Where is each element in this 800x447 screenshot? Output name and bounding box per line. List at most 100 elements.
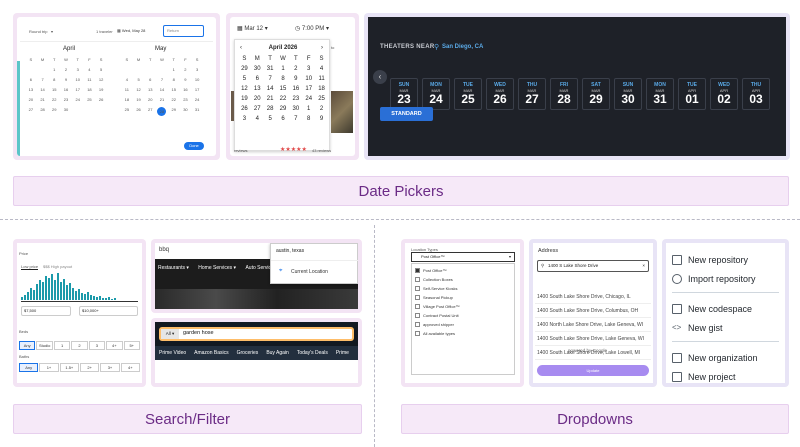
calendar-day[interactable]: 18 xyxy=(121,97,133,102)
address-input[interactable]: ⚲ 1400 S Lake Shore Drive × xyxy=(537,260,649,272)
calendar-day[interactable]: 6 xyxy=(277,116,290,122)
date-tile[interactable]: THU APR 03 xyxy=(742,78,770,110)
calendar-day[interactable]: 6 xyxy=(25,77,37,82)
calendar-day[interactable]: 18 xyxy=(315,86,328,92)
prev-dates-icon[interactable]: ‹ xyxy=(373,70,387,84)
calendar-day[interactable]: 16 xyxy=(289,86,302,92)
close-icon[interactable]: × xyxy=(642,261,645,271)
calendar-day[interactable]: 13 xyxy=(251,86,264,92)
amazon-nav-item[interactable]: Prime Video xyxy=(159,350,186,356)
address-result[interactable]: 1400 South Lake Shore Drive, Chicago, IL xyxy=(535,290,651,304)
category-select[interactable]: All ▾ xyxy=(161,329,179,339)
return-field[interactable]: Return xyxy=(163,25,204,37)
date-tile[interactable]: SUN MAR 30 xyxy=(614,78,642,110)
calendar-day[interactable]: 26 xyxy=(133,107,145,116)
date-tile[interactable]: TUE APR 01 xyxy=(678,78,706,110)
calendar-day[interactable]: 28 xyxy=(37,107,49,112)
menu-item-new-project[interactable]: New project xyxy=(672,367,779,383)
calendar-day[interactable]: 5 xyxy=(264,116,277,122)
calendar-day[interactable]: 20 xyxy=(25,97,37,102)
calendar-day[interactable]: 25 xyxy=(84,97,96,102)
calendar-day[interactable]: 19 xyxy=(133,97,145,102)
calendar-day[interactable]: 11 xyxy=(84,77,96,82)
calendar-day[interactable]: 16 xyxy=(180,87,192,92)
option-pill[interactable]: 3+ xyxy=(100,363,120,372)
event-time-field[interactable]: ◷ 7:00 PM ▾ xyxy=(295,25,329,32)
checkbox-icon[interactable] xyxy=(415,331,420,336)
calendar-day[interactable]: 14 xyxy=(264,86,277,92)
max-price-input[interactable]: $10,000+ xyxy=(79,306,138,316)
tab-high-payout[interactable]: $$$ High payout xyxy=(43,264,72,269)
menu-item-new-organization[interactable]: New organization xyxy=(672,348,779,367)
done-button[interactable]: Done xyxy=(184,142,204,150)
service-option[interactable]: approved shipper xyxy=(415,322,511,327)
calendar-day[interactable]: 8 xyxy=(168,77,180,82)
calendar-day[interactable]: 17 xyxy=(191,87,203,92)
calendar-day[interactable]: 2 xyxy=(289,66,302,72)
calendar-day[interactable]: 24 xyxy=(191,97,203,102)
calendar-day[interactable]: 16 xyxy=(60,87,72,92)
calendar-day[interactable]: 10 xyxy=(72,77,84,82)
option-pill[interactable]: Studio xyxy=(36,341,53,350)
update-button[interactable]: Update xyxy=(537,365,649,376)
service-option[interactable]: Seasonal Pickup xyxy=(415,295,511,300)
date-tile[interactable]: SAT MAR 29 xyxy=(582,78,610,110)
calendar-day[interactable]: 1 xyxy=(48,67,60,72)
calendar-day[interactable]: 17 xyxy=(302,86,315,92)
calendar-day[interactable]: 21 xyxy=(264,96,277,102)
address-result[interactable]: 1400 South Lake Shore Drive, Columbus, O… xyxy=(535,304,651,318)
calendar-day[interactable]: 7 xyxy=(264,76,277,82)
calendar-day[interactable]: 2 xyxy=(60,67,72,72)
calendar-day[interactable]: 17 xyxy=(72,87,84,92)
calendar-day[interactable]: 15 xyxy=(48,87,60,92)
address-result[interactable]: 1400 South Lake Shore Drive, Lake Geneva… xyxy=(535,332,651,346)
amazon-nav-item[interactable]: Prime xyxy=(336,350,349,356)
calendar-day[interactable]: 11 xyxy=(315,76,328,82)
calendar-day[interactable]: 10 xyxy=(302,76,315,82)
amazon-search-input[interactable]: garden hose xyxy=(183,330,214,336)
calendar-day[interactable]: 9 xyxy=(315,116,328,122)
menu-item-new-repository[interactable]: New repository xyxy=(672,250,779,269)
min-price-input[interactable]: $7,500 xyxy=(21,306,71,316)
calendar-day[interactable]: 20 xyxy=(251,96,264,102)
calendar-day[interactable]: 26 xyxy=(95,97,107,102)
calendar-day[interactable]: 30 xyxy=(60,107,72,112)
calendar-day[interactable]: 7 xyxy=(289,116,302,122)
checkbox-icon[interactable] xyxy=(415,322,420,327)
date-tile[interactable]: MON MAR 24 xyxy=(422,78,450,110)
calendar-day[interactable]: 6 xyxy=(251,76,264,82)
calendar-day[interactable]: 13 xyxy=(144,87,156,92)
theater-location-link[interactable]: San Diego, CA xyxy=(442,44,483,50)
calendar-day[interactable]: 8 xyxy=(48,77,60,82)
option-pill[interactable]: 5+ xyxy=(123,341,140,350)
calendar-day[interactable]: 19 xyxy=(238,96,251,102)
calendar-day[interactable]: 8 xyxy=(302,116,315,122)
calendar-day[interactable]: 1 xyxy=(302,106,315,112)
checkbox-icon[interactable] xyxy=(415,277,420,282)
checkbox-icon[interactable] xyxy=(415,295,420,300)
date-tile[interactable]: WED APR 02 xyxy=(710,78,738,110)
event-date-field[interactable]: ▦ Mar 12 ▾ xyxy=(237,25,268,32)
calendar-day[interactable]: 4 xyxy=(121,77,133,82)
calendar-day[interactable]: 14 xyxy=(156,87,168,92)
travelers-select[interactable]: 1 traveler xyxy=(96,29,113,34)
calendar-day[interactable]: 5 xyxy=(95,67,107,72)
calendar-day[interactable]: 12 xyxy=(95,77,107,82)
calendar-day[interactable]: 3 xyxy=(72,67,84,72)
search-input[interactable]: bbq xyxy=(159,247,169,253)
service-option[interactable]: Collection Boxes xyxy=(415,277,511,282)
calendar-day[interactable]: 14 xyxy=(37,87,49,92)
option-pill[interactable]: Any xyxy=(19,341,36,350)
calendar-day[interactable]: 20 xyxy=(144,97,156,102)
date-tile[interactable]: FRI MAR 28 xyxy=(550,78,578,110)
calendar-day[interactable]: 29 xyxy=(277,106,290,112)
calendar-day[interactable]: 9 xyxy=(180,77,192,82)
checkbox-icon[interactable] xyxy=(415,313,420,318)
calendar-day[interactable]: 15 xyxy=(277,86,290,92)
calendar-day[interactable]: 22 xyxy=(277,96,290,102)
standard-format-button[interactable]: STANDARD xyxy=(380,107,433,121)
calendar-day[interactable]: 23 xyxy=(60,97,72,102)
calendar-day[interactable]: 21 xyxy=(37,97,49,102)
calendar-day[interactable]: 13 xyxy=(25,87,37,92)
calendar-day[interactable]: 7 xyxy=(37,77,49,82)
